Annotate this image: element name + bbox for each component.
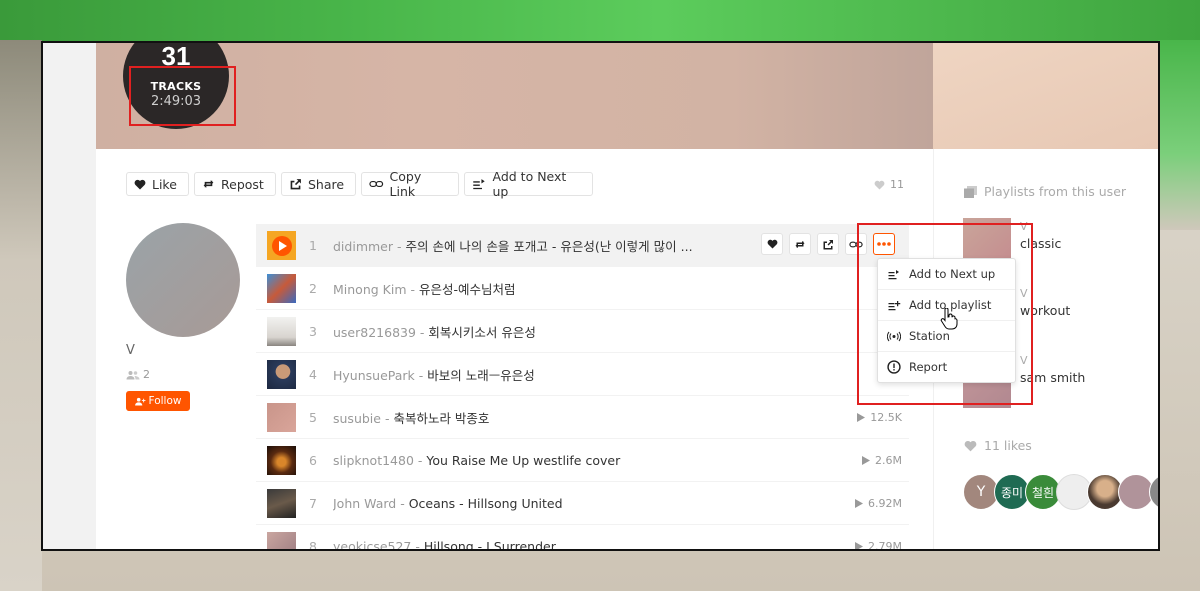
play-count: 12.5K [857,411,902,424]
track-user[interactable]: John Ward [333,496,396,511]
track-user[interactable]: didimmer [333,239,393,254]
track-user[interactable]: HyunsuePark [333,368,415,383]
share-icon [290,179,301,190]
track-title[interactable]: 축복하노라 박종호 [393,411,489,426]
add-to-next-up-button[interactable]: Add to Next up [464,169,593,199]
heart-icon [134,179,146,189]
playlist-hero: 31 TRACKS 2:49:03 [96,43,1158,149]
repost-icon [795,240,805,248]
background-green [0,0,1200,45]
track-title[interactable]: 주의 손에 나의 손을 포개고 - 유은성(난 이렇게 많이 ... [405,239,692,254]
track-title[interactable]: 회복시키소서 유은성 [428,325,535,340]
repost-icon [203,180,214,188]
play-count: 2.79M [855,540,902,549]
liker-avatar[interactable] [1149,474,1158,510]
play-count-icon [862,455,871,465]
track-artwork[interactable] [267,360,296,389]
play-count-icon [855,498,864,508]
track-artwork[interactable] [267,489,296,518]
track-row[interactable]: 5 susubie - 축복하노라 박종호 12.5K [256,396,909,439]
track-row[interactable]: 7 John Ward - Oceans - Hillsong United 6… [256,482,909,525]
track-row[interactable]: 1 didimmer - 주의 손에 나의 손을 포개고 - 유은성(난 이렇게… [256,224,909,267]
track-user[interactable]: yeokjcse527 [333,539,411,550]
likes-header[interactable]: 11 likes [964,438,1032,453]
heart-icon [874,180,885,190]
annotation-box-tracks [129,66,236,126]
track-share-button[interactable] [817,233,839,255]
track-row[interactable]: 3 user8216839 - 회복시키소서 유은성 1 [256,310,909,353]
next-up-icon [473,179,485,190]
artist-name[interactable]: V [126,343,135,358]
play-count-icon [857,412,866,422]
track-artwork[interactable] [267,532,296,549]
screenshot-frame: 31 TRACKS 2:49:03 Like Repost Share Copy… [41,41,1160,551]
share-icon [823,239,833,249]
play-count: 2.6M [862,454,902,467]
add-user-icon [134,397,145,406]
track-row[interactable]: 2 Minong Kim - 유은성-예수님처럼 [256,267,909,310]
track-title[interactable]: Oceans - Hillsong United [409,496,563,511]
users-icon [126,370,140,379]
artist-avatar[interactable] [126,223,240,337]
annotation-box-menu [857,223,1033,405]
track-artwork[interactable] [267,274,296,303]
repost-button[interactable]: Repost [194,172,276,196]
share-button[interactable]: Share [281,172,356,196]
track-row[interactable]: 4 HyunsuePark - 바보의 노래ㅡ유은성 [256,353,909,396]
heart-icon [767,239,777,249]
playlists-icon [964,185,977,198]
track-user[interactable]: slipknot1480 [333,453,414,468]
likes-stat: 11 [874,178,904,191]
track-row[interactable]: 8 yeokjcse527 - Hillsong - I Surrender 2… [256,525,909,550]
track-artwork[interactable] [267,231,296,260]
track-user[interactable]: susubie [333,411,381,426]
track-artwork[interactable] [267,317,296,346]
background-green-right [1158,40,1200,230]
track-artwork[interactable] [267,403,296,432]
track-user[interactable]: Minong Kim [333,282,407,297]
play-icon[interactable] [271,235,293,257]
track-title[interactable]: 유은성-예수님처럼 [419,282,516,297]
heart-icon [964,440,977,451]
link-icon [369,180,384,188]
play-count-icon [855,541,864,549]
playlists-header[interactable]: Playlists from this user [964,184,1126,199]
track-user[interactable]: user8216839 [333,325,416,340]
track-row[interactable]: 6 slipknot1480 - You Raise Me Up westlif… [256,439,909,482]
hero-artwork [933,43,1158,149]
background-left [0,40,42,591]
copy-link-button[interactable]: Copy Link [361,169,459,199]
follow-button[interactable]: Follow [126,391,190,411]
track-like-button[interactable] [761,233,783,255]
track-title[interactable]: Hillsong - I Surrender [424,539,556,550]
like-button[interactable]: Like [126,172,189,196]
track-title[interactable]: 바보의 노래ㅡ유은성 [427,368,534,383]
track-repost-button[interactable] [789,233,811,255]
follower-count[interactable]: 2 [126,368,150,381]
track-artwork[interactable] [267,446,296,475]
track-title[interactable]: You Raise Me Up westlife cover [426,453,620,468]
play-count: 6.92M [855,497,902,510]
